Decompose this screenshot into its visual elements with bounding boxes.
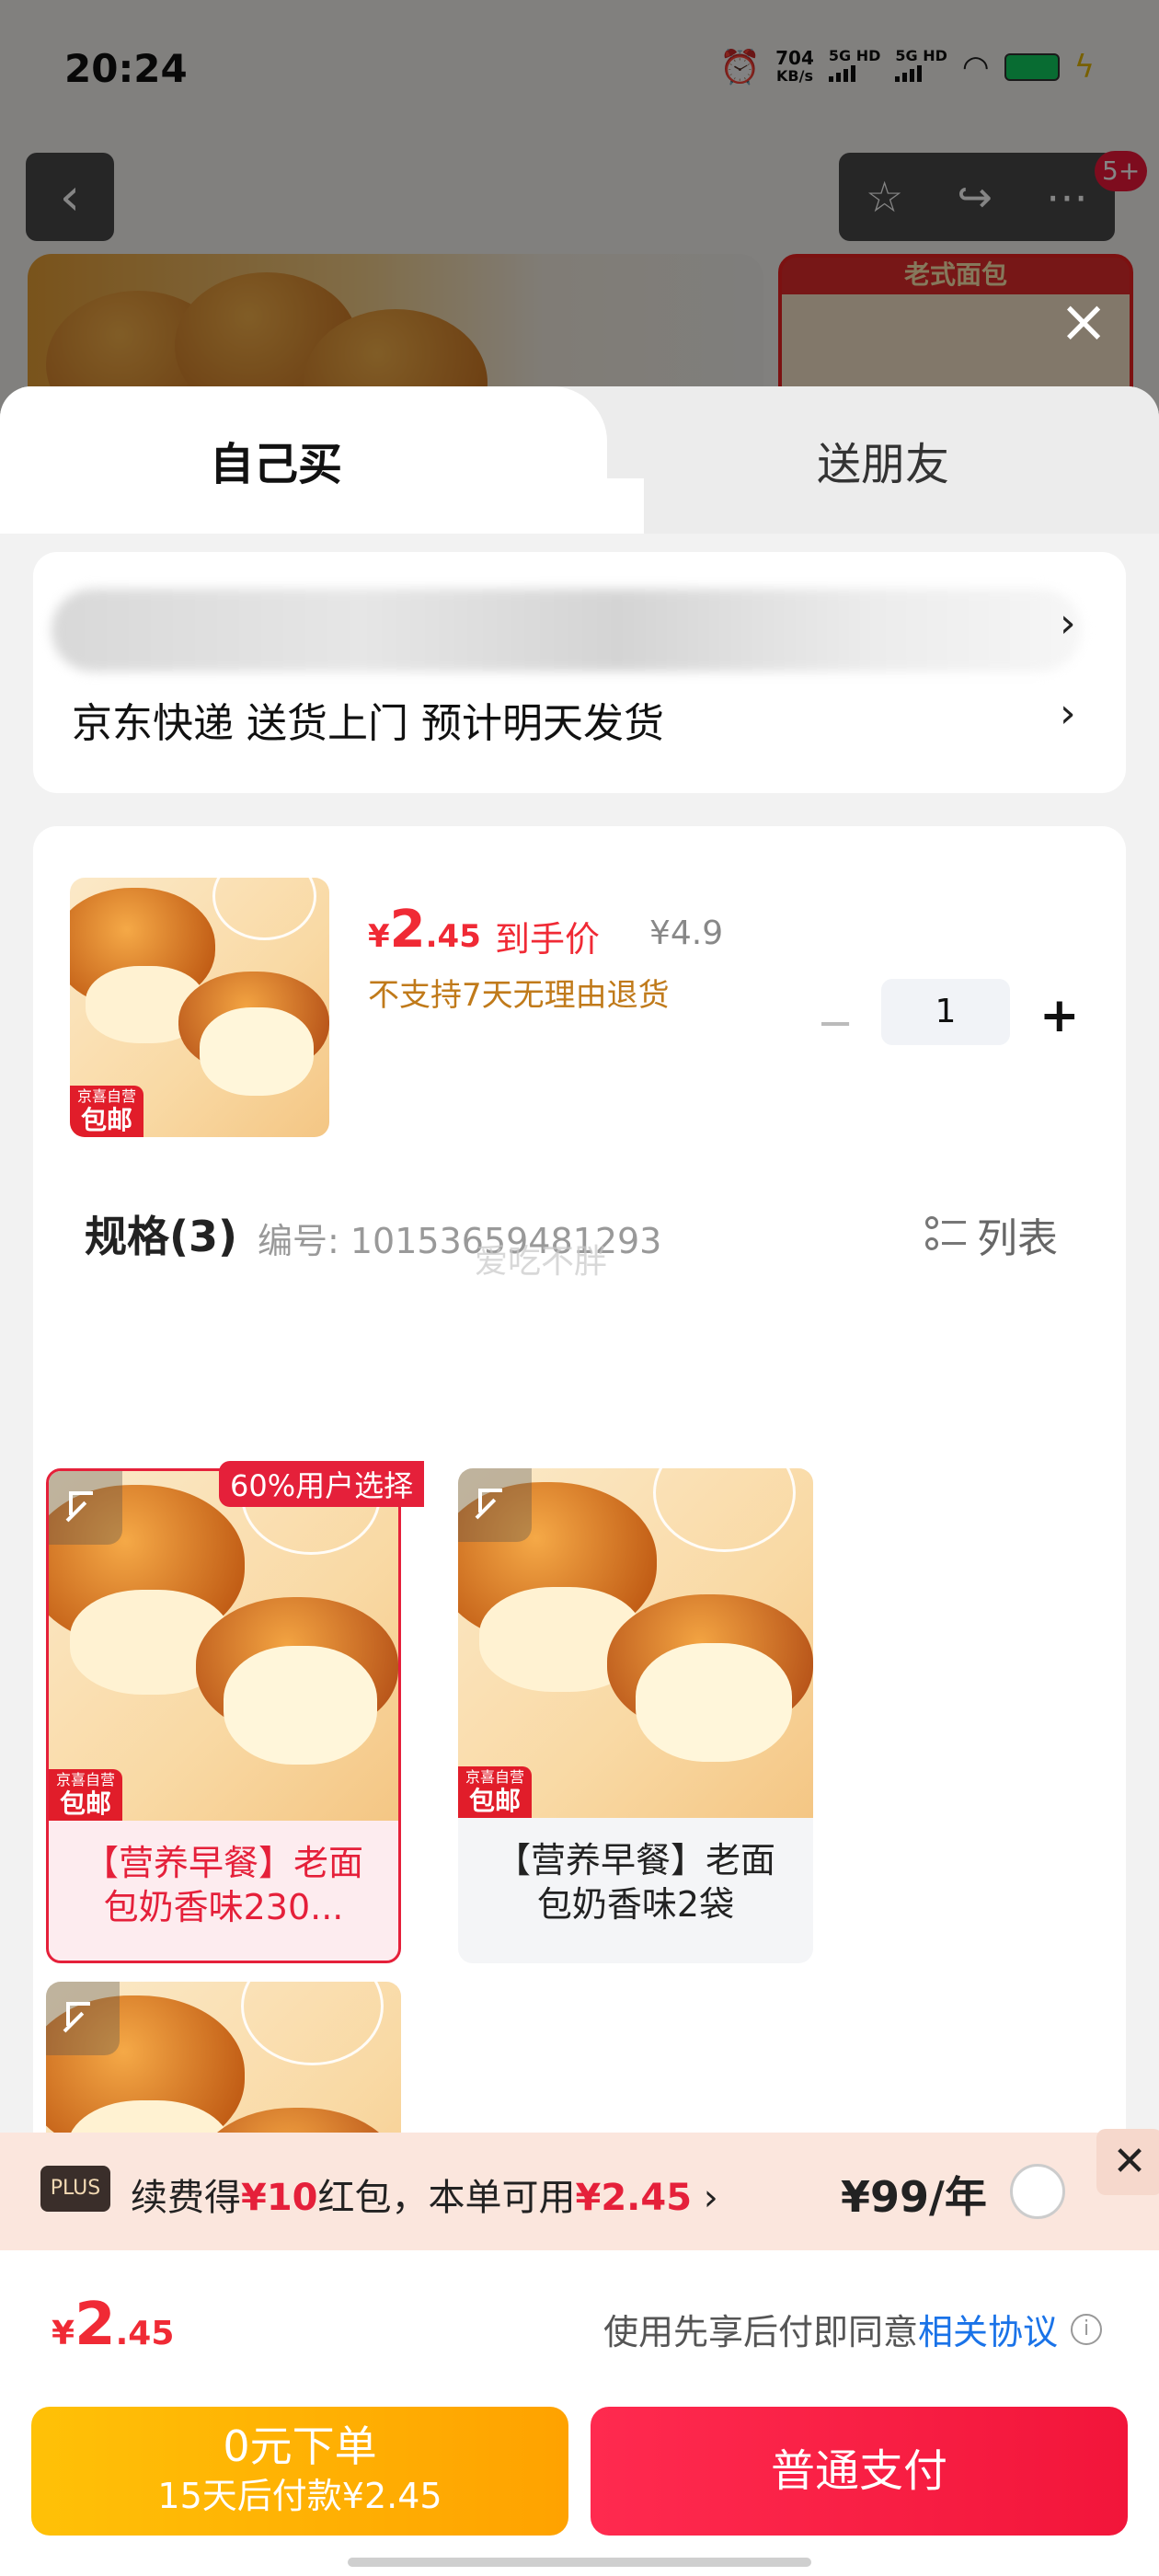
tab-send-friend[interactable]: 送朋友	[607, 386, 1159, 534]
popular-choice-tag: 60%用户选择	[219, 1461, 425, 1507]
price-decimal: .45	[115, 2315, 175, 2352]
plus-membership-bar[interactable]: PLUS 续费得¥10红包，本单可用¥2.45 › ¥99/年 ✕	[0, 2129, 1159, 2250]
price-integer: 2	[75, 2291, 116, 2359]
chevron-right-icon: ›	[1060, 690, 1076, 737]
chevron-right-icon: ›	[1060, 600, 1076, 647]
self-operated-badge: 京喜自营 包邮	[458, 1766, 533, 1818]
original-price: ¥4.9	[649, 914, 724, 952]
plus-bonus-amount: ¥10	[241, 2177, 318, 2219]
variant-option-2[interactable]: 京喜自营 包邮 【营养早餐】老面包奶香味2袋	[458, 1468, 813, 1963]
chevron-right-icon: ›	[692, 2177, 718, 2219]
variant-label: 【营养早餐】老面包奶香味230...	[83, 1843, 363, 1927]
badge-line1: 京喜自营	[465, 1768, 525, 1786]
list-icon	[925, 1216, 966, 1253]
expand-icon[interactable]	[46, 1982, 120, 2055]
pay-later-title: 0元下单	[223, 2421, 377, 2471]
badge-line2: 包邮	[81, 1105, 133, 1135]
currency-symbol: ¥	[52, 2315, 75, 2352]
variant-image: 京喜自营 包邮	[458, 1468, 813, 1818]
address-card[interactable]: › 京东快递 送货上门 预计明天发货 ›	[33, 552, 1126, 793]
price-integer: 2	[389, 900, 426, 960]
tab-label: 送朋友	[816, 439, 949, 490]
address-redacted	[52, 589, 1082, 672]
agreement-link[interactable]: 相关协议	[918, 2304, 1058, 2354]
badge-line2: 包邮	[469, 1786, 522, 1816]
info-icon[interactable]: i	[1071, 2313, 1102, 2345]
self-operated-badge: 京喜自营 包邮	[49, 1769, 123, 1821]
tab-label: 自己买	[209, 439, 342, 490]
variant-image: 京喜自营 包邮	[49, 1471, 398, 1821]
quantity-decrease-button[interactable]: −	[817, 997, 854, 1049]
expand-icon[interactable]	[458, 1468, 532, 1542]
price-label: 到手价	[495, 919, 601, 960]
spec-title: 规格(3)	[85, 1212, 238, 1261]
plus-logo: PLUS	[40, 2166, 110, 2212]
agreement-prefix: 使用先享后付即同意	[602, 2312, 918, 2352]
product-thumbnail[interactable]: 京喜自营 包邮	[70, 878, 329, 1137]
price-decimal: .45	[425, 918, 481, 955]
return-policy-note: 不支持7天无理由退货	[368, 977, 670, 1014]
close-icon[interactable]: ×	[1052, 291, 1115, 353]
total-row: ¥2.45 使用先享后付即同意 相关协议 i	[0, 2250, 1159, 2390]
dim-overlay[interactable]	[0, 0, 1159, 423]
pay-later-subtitle: 15天后付款¥2.45	[157, 2476, 442, 2516]
variant-option-1[interactable]: 京喜自营 包邮 【营养早餐】老面包奶香味230...	[46, 1468, 401, 1963]
badge-line2: 包邮	[60, 1788, 112, 1819]
total-price: ¥2.45	[52, 2291, 174, 2359]
final-price: ¥2.45	[368, 900, 481, 960]
tab-buy-self[interactable]: 自己买	[0, 386, 644, 534]
list-toggle-label: 列表	[977, 1215, 1058, 1262]
normal-pay-button[interactable]: 普通支付	[591, 2407, 1128, 2536]
pay-later-button[interactable]: 0元下单 15天后付款¥2.45	[31, 2407, 568, 2536]
delivery-info: 京东快递 送货上门 预计明天发货	[72, 700, 664, 747]
purchase-tabs: 送朋友 自己买	[0, 386, 1159, 534]
action-bar: 0元下单 15天后付款¥2.45 普通支付	[0, 2390, 1159, 2576]
expand-icon[interactable]	[49, 1471, 122, 1545]
currency-symbol: ¥	[368, 918, 390, 955]
badge-line1: 京喜自营	[56, 1771, 116, 1788]
plus-text-c: 红包，本单可用	[317, 2177, 576, 2219]
variant-label: 【营养早餐】老面包奶香味2袋	[495, 1840, 775, 1925]
plus-select-radio[interactable]	[1010, 2164, 1065, 2219]
plus-usable-amount: ¥2.45	[575, 2177, 693, 2219]
plus-text-a: 续费得	[131, 2177, 241, 2219]
quantity-input[interactable]: 1	[881, 979, 1010, 1045]
plus-promo-text[interactable]: 续费得¥10红包，本单可用¥2.45 ›	[131, 2168, 718, 2221]
agreement-text: 使用先享后付即同意 相关协议 i	[603, 2304, 1102, 2354]
watermark: 爱吃不胖	[475, 1243, 608, 1281]
badge-line1: 京喜自营	[77, 1087, 137, 1105]
list-view-toggle[interactable]: 列表	[925, 1205, 1058, 1264]
home-indicator[interactable]	[348, 2558, 811, 2567]
plus-annual-price: ¥99/年	[841, 2172, 987, 2222]
close-icon[interactable]: ✕	[1096, 2129, 1159, 2195]
quantity-increase-button[interactable]: +	[1039, 988, 1080, 1043]
self-operated-badge: 京喜自营 包邮	[70, 1086, 144, 1137]
